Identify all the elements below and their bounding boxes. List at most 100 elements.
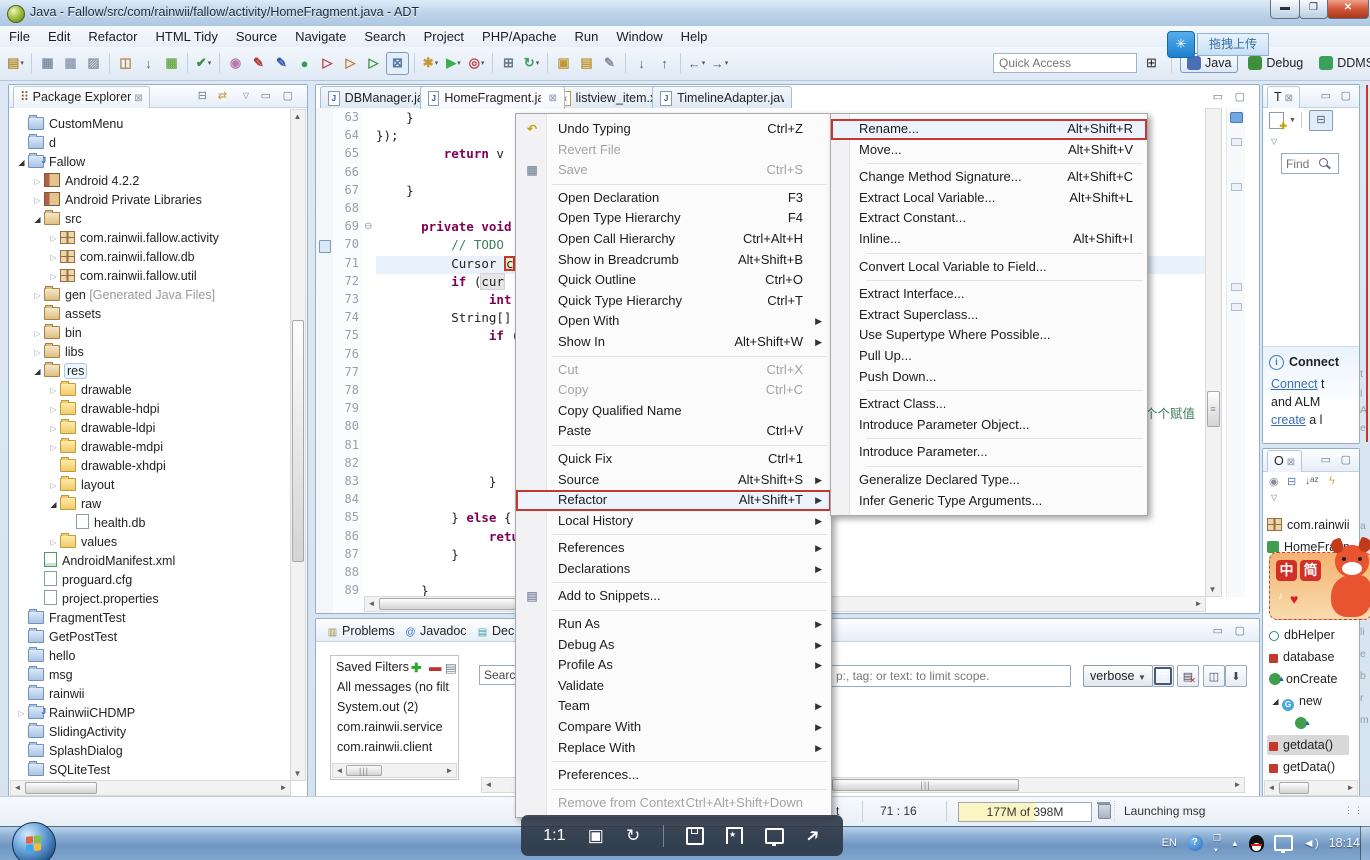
collapsed-arrow-icon[interactable]: ▷ xyxy=(31,343,44,362)
show-hidden-icons-chevron[interactable]: ▲ xyxy=(1231,839,1239,848)
collapsed-arrow-icon[interactable]: ▷ xyxy=(15,704,28,723)
network-icon[interactable] xyxy=(1274,835,1293,851)
collapse-all-icon[interactable]: ⊟ xyxy=(198,89,207,103)
expanded-arrow-icon[interactable]: ◢ xyxy=(31,210,44,229)
minimize-view-icon[interactable]: ▭ xyxy=(1321,89,1331,103)
collapsed-arrow-icon[interactable]: ▷ xyxy=(47,476,60,495)
print-icon[interactable]: ▨ xyxy=(83,53,104,74)
tree-item-android-private-libraries[interactable]: ▷Android Private Libraries xyxy=(31,191,202,210)
tree-item-rainwiichdmp[interactable]: ▷JRainwiiCHDMP xyxy=(15,704,135,723)
context-menu-compare-with[interactable]: Compare With▶ xyxy=(516,717,831,738)
outline-hscrollbar[interactable]: ◄ ► xyxy=(1264,780,1358,796)
context-menu-show-in[interactable]: Show InAlt+Shift+W▶ xyxy=(516,332,831,353)
context-menu-undo-typing[interactable]: ↶Undo TypingCtrl+Z xyxy=(516,119,831,140)
editor-minimize-icon[interactable]: ▭ xyxy=(1213,90,1223,104)
outline-item-dbhelper[interactable]: dbHelper xyxy=(1267,625,1349,645)
tree-item-fragmenttest[interactable]: FragmentTest xyxy=(15,609,125,628)
refactor-submenu-generalize-declared-type[interactable]: Generalize Declared Type... xyxy=(831,470,1147,491)
menu-help[interactable]: Help xyxy=(672,26,717,44)
show-desktop-button[interactable] xyxy=(1360,826,1370,860)
new-android-project-icon[interactable]: ⊞ xyxy=(498,53,519,74)
perspective-ddms[interactable]: DDMS xyxy=(1313,54,1370,72)
close-view-icon[interactable]: ⊠ xyxy=(1287,457,1295,468)
save-icon[interactable] xyxy=(686,827,704,845)
context-menu-profile-as[interactable]: Profile As▶ xyxy=(516,655,831,676)
refactor-submenu-use-supertype-where-possible[interactable]: Use Supertype Where Possible... xyxy=(831,325,1147,346)
editor-maximize-icon[interactable]: ▢ xyxy=(1235,90,1245,104)
outline-item-getdata[interactable]: getData() xyxy=(1267,757,1349,777)
context-menu-revert-file[interactable]: Revert File xyxy=(516,140,831,161)
display-filters-icon[interactable]: ◫ xyxy=(1203,665,1225,687)
import-icon[interactable]: ↓ xyxy=(138,53,159,74)
refactor-submenu-pull-up[interactable]: Pull Up... xyxy=(831,346,1147,367)
volume-icon[interactable]: ◄) xyxy=(1303,836,1319,850)
tree-item-sqlitetest[interactable]: SQLiteTest xyxy=(15,761,110,780)
refactor-submenu-extract-interface[interactable]: Extract Interface... xyxy=(831,284,1147,305)
collapsed-arrow-icon[interactable]: ▷ xyxy=(47,419,60,438)
tree-item-project-properties[interactable]: project.properties xyxy=(31,590,159,609)
close-view-icon[interactable]: ⊠ xyxy=(134,93,142,104)
console-tab-problems[interactable]: ▥Problems xyxy=(326,622,395,641)
collapsed-arrow-icon[interactable]: ▷ xyxy=(47,248,60,267)
context-menu-team[interactable]: Team▶ xyxy=(516,696,831,717)
open-resource-icon[interactable]: ▤ xyxy=(576,53,597,74)
debug-configurations-icon[interactable]: ✱▾ xyxy=(420,53,441,74)
tree-item-splashdialog[interactable]: SplashDialog xyxy=(15,742,123,761)
collapsed-arrow-icon[interactable]: ▷ xyxy=(31,172,44,191)
collapsed-arrow-icon[interactable]: ▷ xyxy=(31,324,44,343)
refactor-submenu-extract-constant[interactable]: Extract Constant... xyxy=(831,208,1147,229)
menu-refactor[interactable]: Refactor xyxy=(79,26,146,44)
expanded-arrow-icon[interactable]: ◢ xyxy=(31,362,44,381)
close-view-icon[interactable]: ⊠ xyxy=(1285,93,1293,104)
prev-annotation-icon[interactable]: ↑ xyxy=(654,53,675,74)
forward-icon[interactable]: →▾ xyxy=(709,53,730,74)
menu-html-tidy[interactable]: HTML Tidy xyxy=(147,26,227,44)
refactor-submenu-convert-local-variable-to-field[interactable]: Convert Local Variable to Field... xyxy=(831,257,1147,278)
minimize-view-icon[interactable]: ▭ xyxy=(261,89,271,103)
open-debug-icon[interactable]: ▷ xyxy=(340,53,361,74)
tree-item-android-4-2-2[interactable]: ▷Android 4.2.2 xyxy=(31,172,139,191)
tree-item-custommenu[interactable]: CustomMenu xyxy=(15,115,123,134)
context-menu-quick-outline[interactable]: Quick OutlineCtrl+O xyxy=(516,270,831,291)
context-menu-save[interactable]: ▦SaveCtrl+S xyxy=(516,160,831,181)
refactor-submenu-extract-class[interactable]: Extract Class... xyxy=(831,394,1147,415)
context-menu-debug-as[interactable]: Debug As▶ xyxy=(516,635,831,656)
new-task-icon[interactable]: ✚ xyxy=(1269,112,1284,129)
hide-fields-icon[interactable]: ⊟ xyxy=(1287,475,1296,488)
refactor-submenu-introduce-parameter[interactable]: Introduce Parameter... xyxy=(831,442,1147,463)
minimize-view-icon[interactable]: ▭ xyxy=(1321,453,1331,467)
view-menu-icon[interactable]: ▽ xyxy=(1271,493,1277,502)
context-menu-run-as[interactable]: Run As▶ xyxy=(516,614,831,635)
maximize-view-icon[interactable]: ▢ xyxy=(283,89,293,103)
outline-item-new[interactable]: ◢Gnew xyxy=(1267,691,1349,711)
tree-item-androidmanifest-xml[interactable]: AndroidManifest.xml xyxy=(31,552,175,571)
collapsed-arrow-icon[interactable]: ▷ xyxy=(47,533,60,552)
tree-item-res[interactable]: ◢res xyxy=(31,362,86,381)
context-menu-open-declaration[interactable]: Open DeclarationF3 xyxy=(516,188,831,209)
connect-link[interactable]: Connect xyxy=(1271,377,1318,391)
categorized-view-icon[interactable]: ⊟ xyxy=(1309,110,1333,131)
maximize-view-icon[interactable]: ▢ xyxy=(1341,89,1351,103)
perspective-debug[interactable]: Debug xyxy=(1242,54,1309,72)
refactor-submenu-push-down[interactable]: Push Down... xyxy=(831,367,1147,388)
tree-item-assets[interactable]: assets xyxy=(31,305,101,324)
menu-search[interactable]: Search xyxy=(355,26,414,44)
tree-item-proguard-cfg[interactable]: proguard.cfg xyxy=(31,571,132,590)
save-icon[interactable]: ▦ xyxy=(37,53,58,74)
context-menu-preferences[interactable]: Preferences... xyxy=(516,765,831,786)
collapsed-arrow-icon[interactable]: ▷ xyxy=(31,191,44,210)
fit-screen-icon[interactable]: ▣ xyxy=(588,826,604,846)
close-tab-icon[interactable]: ⊠ xyxy=(549,93,557,104)
refactor-submenu-extract-local-variable[interactable]: Extract Local Variable...Alt+Shift+L xyxy=(831,188,1147,209)
collapsed-arrow-icon[interactable]: ▷ xyxy=(47,438,60,457)
close-button[interactable]: ✕ xyxy=(1327,0,1369,19)
editor-tab-dbmanager-java[interactable]: JDBManager.java xyxy=(320,86,434,109)
context-menu-remove-from-context[interactable]: Remove from ContextCtrl+Alt+Shift+Down xyxy=(516,793,831,814)
menu-project[interactable]: Project xyxy=(415,26,473,44)
validate-icon[interactable]: ✔▾ xyxy=(193,53,214,74)
tree-item-drawable-hdpi[interactable]: ▷drawable-hdpi xyxy=(47,400,160,419)
context-menu-quick-type-hierarchy[interactable]: Quick Type HierarchyCtrl+T xyxy=(516,291,831,312)
collapsed-arrow-icon[interactable]: ▷ xyxy=(47,267,60,286)
expanded-arrow-icon[interactable]: ◢ xyxy=(15,153,28,172)
editor-tab-timelineadapter-java[interactable]: JTimelineAdapter.java xyxy=(652,86,792,109)
